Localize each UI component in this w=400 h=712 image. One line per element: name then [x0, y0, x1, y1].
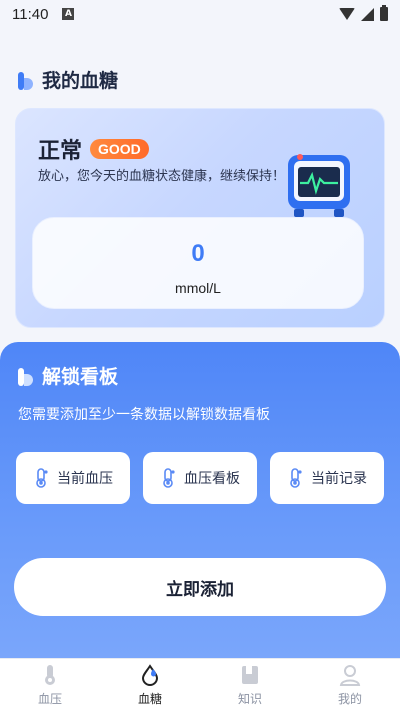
nav-label-mine: 我的	[337, 692, 362, 706]
person-icon	[339, 665, 361, 686]
unlock-title-text: 解锁看板	[42, 366, 119, 388]
add-now-button[interactable]: 立即添加	[14, 558, 386, 616]
unlock-title: 解锁看板	[18, 362, 118, 389]
blood-pressure-board-label: 血压看板	[184, 471, 240, 487]
notification-icon: A	[62, 8, 75, 20]
nav-label-blood-pressure: 血压	[37, 692, 62, 706]
status-badge: GOOD	[90, 139, 149, 159]
sugar-status-card: 正常 GOOD 放心，您今天的血糖状态健康，继续保持！ 0 mmol/L	[15, 108, 385, 328]
my-sugar-title-text: 我的血糖	[42, 70, 119, 92]
status-time: 11:40	[12, 5, 49, 23]
book-icon	[242, 666, 258, 684]
signal-icon	[361, 7, 374, 21]
nav-item-blood-sugar[interactable]: 血糖	[100, 659, 200, 712]
nav-item-blood-pressure[interactable]: 血压	[0, 659, 100, 712]
blood-drop-icon	[141, 664, 159, 686]
sugar-value-panel: 0 mmol/L	[32, 217, 364, 309]
current-records-button[interactable]: 当前记录	[270, 452, 384, 504]
status-indicators	[339, 5, 388, 21]
unlock-panel: 解锁看板 您需要添加至少一条数据以解锁数据看板 当前血压 血压看板 当前记录 立…	[0, 342, 400, 658]
nav-label-blood-sugar: 血糖	[137, 692, 162, 706]
battery-icon	[380, 5, 388, 21]
status-bar: 11:40 A	[0, 0, 400, 28]
nav-label-knowledge: 知识	[237, 692, 262, 706]
unlock-description: 您需要添加至少一条数据以解锁数据看板	[18, 407, 270, 423]
thermometer-icon	[45, 665, 55, 685]
title-mark-icon	[18, 70, 34, 90]
blood-pressure-board-button[interactable]: 血压看板	[143, 452, 257, 504]
bottom-nav: 血压 血糖 知识 我的	[0, 658, 400, 712]
wifi-icon	[339, 8, 355, 20]
current-blood-pressure-label: 当前血压	[57, 471, 113, 487]
nav-item-mine[interactable]: 我的	[300, 659, 400, 712]
status-description: 放心，您今天的血糖状态健康，继续保持！	[38, 169, 286, 184]
thermometer-icon	[36, 468, 48, 488]
thermometer-icon	[290, 468, 302, 488]
current-blood-pressure-button[interactable]: 当前血压	[16, 452, 130, 504]
my-sugar-title: 我的血糖	[18, 66, 118, 93]
status-head: 正常 GOOD	[38, 133, 149, 165]
heart-monitor-icon	[288, 154, 350, 217]
sugar-unit: mmol/L	[175, 280, 221, 296]
nav-item-knowledge[interactable]: 知识	[200, 659, 300, 712]
sugar-value: 0	[191, 240, 205, 267]
thermometer-icon	[163, 468, 175, 488]
title-mark-icon	[18, 366, 34, 386]
current-records-label: 当前记录	[311, 471, 367, 487]
status-text: 正常	[38, 139, 83, 164]
